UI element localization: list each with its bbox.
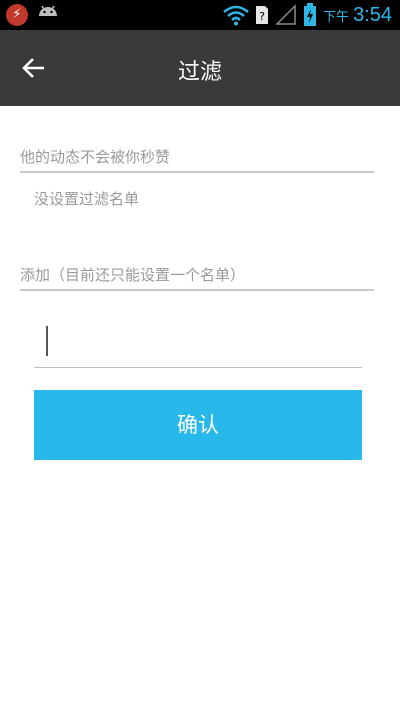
android-icon <box>39 5 57 17</box>
title-bar: 过滤 <box>0 30 400 106</box>
svg-text:?: ? <box>259 10 265 23</box>
status-bar: ⚡ ? 下午 3:54 <box>0 0 400 30</box>
liked-section-header: 他的动态不会被你秒赞 <box>20 146 374 173</box>
wifi-icon <box>223 5 249 26</box>
page-title: 过滤 <box>177 60 222 85</box>
sim-icon: ? <box>256 6 269 24</box>
text-cursor <box>46 326 48 356</box>
app-notification-icon: ⚡ <box>6 4 28 26</box>
status-ampm: 下午 <box>323 9 350 25</box>
confirm-button[interactable]: 确认 <box>34 390 362 460</box>
empty-filter-hint: 没设置过滤名单 <box>34 190 140 208</box>
add-section-header: 添加（目前还只能设置一个名单） <box>20 264 374 291</box>
filter-name-input[interactable] <box>34 320 362 368</box>
battery-icon <box>304 3 317 26</box>
signal-icon <box>275 4 296 25</box>
status-time: 3:54 <box>353 3 392 26</box>
